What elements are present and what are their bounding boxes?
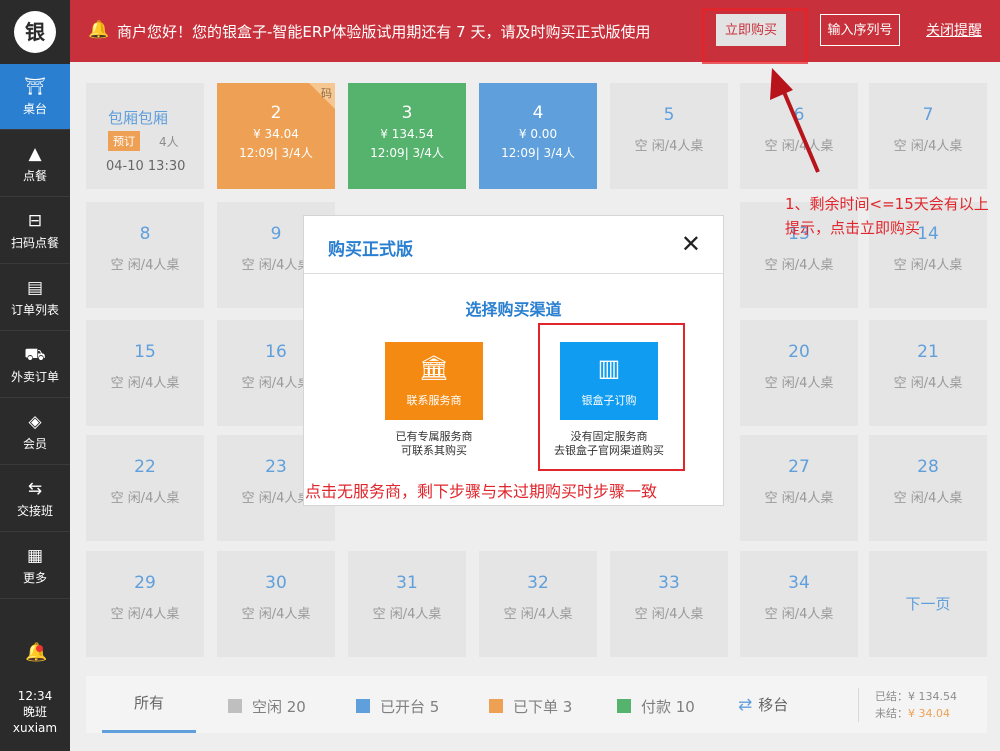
notification-dot (36, 645, 43, 652)
sidebar: 银 ⛩ 桌台 ▲ 点餐 ⊟ 扫码点餐 ▤ 订单列表 ⛟ 外卖订单 ◈ 会员 ⇆ … (0, 0, 70, 751)
sidebar-item-label: 扫码点餐 (10, 236, 59, 250)
modal-subtitle: 选择购买渠道 (465, 300, 562, 319)
bank-icon: 🏛 (418, 354, 450, 382)
order-list-icon: ▤ (26, 278, 44, 298)
sidebar-item-delivery[interactable]: ⛟ 外卖订单 (0, 332, 70, 398)
sidebar-item-label: 外卖订单 (10, 370, 59, 384)
sidebar-item-member[interactable]: ◈ 会员 (0, 399, 70, 465)
app-logo: 银 (14, 11, 56, 53)
scan-icon: ⊟ (27, 211, 43, 231)
sidebar-item-more[interactable]: ▦ 更多 (0, 533, 70, 599)
modal-title: 购买正式版 (328, 240, 413, 260)
sidebar-item-label: 桌台 (22, 102, 47, 116)
current-time: 12:34 (17, 689, 53, 703)
sidebar-item-order-list[interactable]: ▤ 订单列表 (0, 265, 70, 331)
sidebar-item-scan-order[interactable]: ⊟ 扫码点餐 (0, 198, 70, 264)
enter-serial-button[interactable]: 输入序列号 (820, 14, 900, 46)
trial-message: 商户您好！您的银盒子-智能ERP体验版试用期还有 7 天，请及时购买正式版使用 (117, 23, 651, 41)
modal-header: 购买正式版 ✕ (304, 216, 723, 274)
close-reminder-link[interactable]: 关闭提醒 (926, 20, 982, 40)
shift-icon: ⇆ (27, 479, 43, 499)
sidebar-item-label: 交接班 (16, 504, 53, 518)
contact-provider-button[interactable]: 🏛 联系服务商 (385, 342, 483, 420)
annotation-highlight-option (538, 323, 685, 471)
annotation-highlight-buy (702, 8, 808, 64)
delivery-icon: ⛟ (24, 345, 46, 365)
annotation-note-bottom: 点击无服务商，剩下步骤与未过期购买时步骤一致 (305, 478, 658, 502)
option-description: 已有专属服务商 可联系其购买 (354, 430, 514, 458)
annotation-note-right: 1、剩余时间<=15天会有以上提示，点击立即购买 (785, 195, 989, 237)
sidebar-item-order-dish[interactable]: ▲ 点餐 (0, 131, 70, 197)
sidebar-item-label: 更多 (22, 571, 47, 585)
sidebar-item-shift[interactable]: ⇆ 交接班 (0, 466, 70, 532)
close-icon[interactable]: ✕ (681, 230, 701, 258)
option-label: 联系服务商 (406, 394, 462, 407)
bell-icon: 🔔 (88, 20, 110, 40)
shift-name: 晚班 (22, 705, 47, 719)
member-icon: ◈ (28, 412, 42, 432)
option-desc-line: 已有专属服务商 (395, 430, 473, 443)
dish-icon: ▲ (28, 144, 42, 164)
username: xuxiam (12, 721, 58, 735)
more-icon: ▦ (26, 546, 44, 566)
table-icon: ⛩ (24, 77, 46, 97)
sidebar-item-label: 订单列表 (10, 303, 59, 317)
sidebar-item-tables[interactable]: ⛩ 桌台 (0, 64, 70, 130)
sidebar-item-label: 会员 (22, 437, 47, 451)
option-desc-line: 可联系其购买 (401, 444, 467, 457)
trial-banner: 🔔 商户您好！您的银盒子-智能ERP体验版试用期还有 7 天，请及时购买正式版使… (70, 0, 1000, 62)
sidebar-shift-info: 12:34 晚班 xuxiam (0, 688, 70, 736)
sidebar-item-label: 点餐 (22, 169, 47, 183)
